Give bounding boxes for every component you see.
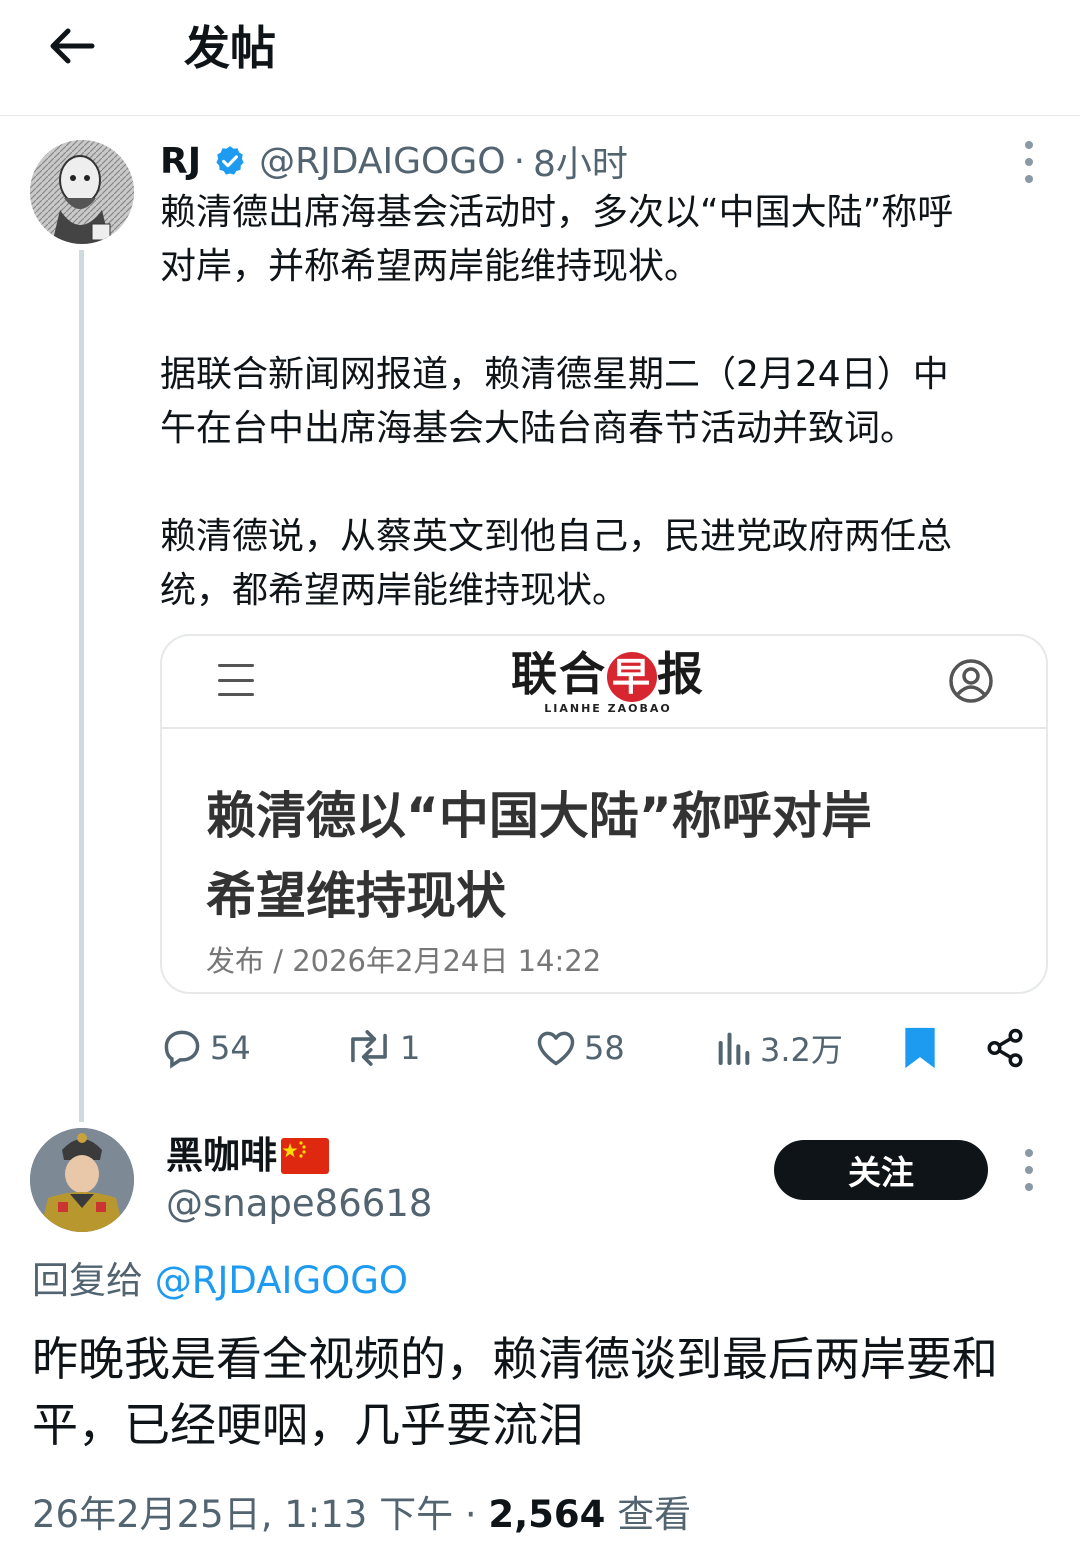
page-title: 发帖	[184, 21, 276, 75]
reply-meta: 26年2月25日, 1:13 下午 · 2,564 查看	[32, 1490, 691, 1540]
reply-button[interactable]: 54	[160, 1018, 251, 1078]
card-publish-date: 发布 / 2026年2月24日 14:22	[206, 944, 602, 978]
post-paragraph: 赖清德出席海基会活动时，多次以“中国大陆”称呼 对岸，并称希望两岸能维持现状。	[160, 192, 954, 287]
separator-dot: ·	[513, 140, 526, 182]
reply-timestamp: 26年2月25日, 1:13 下午 ·	[32, 1493, 477, 1536]
author-name[interactable]: RJ	[160, 141, 201, 182]
user-circle-icon	[949, 659, 993, 703]
like-count: 58	[584, 1029, 625, 1067]
reply-author-name-row: 黑咖啡	[166, 1132, 329, 1180]
more-vertical-icon	[1025, 1149, 1033, 1158]
reply-mention-link[interactable]: @RJDAIGOGO	[155, 1259, 408, 1302]
reply-to-label: 回复给	[32, 1259, 143, 1302]
like-button[interactable]: 58	[534, 1018, 625, 1078]
more-options-button[interactable]	[1014, 137, 1044, 187]
thread-connector-line	[79, 250, 84, 1122]
repost-count: 1	[400, 1029, 421, 1067]
post-time: 8小时	[533, 144, 628, 185]
back-button[interactable]	[40, 18, 104, 74]
reply-count: 54	[210, 1029, 251, 1067]
bookmark-icon	[905, 1027, 935, 1069]
card-headline: 赖清德以“中国大陆”称呼对岸 希望维持现状	[206, 787, 872, 925]
author-avatar[interactable]	[30, 140, 134, 244]
reply-views-count: 2,564	[488, 1493, 606, 1536]
views-count: 3.2万	[760, 1031, 843, 1069]
reply-author-handle[interactable]: @snape86618	[166, 1180, 432, 1228]
repost-button[interactable]: 1	[344, 1018, 420, 1078]
hamburger-menu-icon	[218, 664, 254, 696]
author-handle[interactable]: @RJDAIGOGO	[259, 141, 505, 182]
more-vertical-icon	[1025, 141, 1033, 150]
bar-chart-icon	[718, 1032, 750, 1065]
speech-bubble-icon	[164, 1030, 200, 1069]
post-actions-bar: 54 1 58 3.2万	[160, 1018, 1050, 1078]
reply-text: 昨晚我是看全视频的，赖清德谈到最后两岸要和 平，已经哽咽，几乎要流泪	[32, 1332, 998, 1452]
post-header: RJ @RJDAIGOGO · 8小时	[160, 136, 628, 186]
arrow-left-icon	[50, 28, 95, 64]
follow-button[interactable]: 关注	[774, 1140, 988, 1200]
post-text: 赖清德出席海基会活动时，多次以“中国大陆”称呼 对岸，并称希望两岸能维持现状。 …	[160, 186, 1050, 618]
link-preview-card[interactable]: 联合早报 LIANHE ZAOBAO 赖清德以“中国大陆”称呼对岸 希望维持现状…	[160, 634, 1048, 994]
views-button[interactable]: 3.2万	[714, 1018, 843, 1078]
post-paragraph: 据联合新闻网报道，赖清德星期二（2月24日）中 午在台中出席海基会大陆台商春节活…	[160, 354, 949, 449]
reply-author-avatar[interactable]	[30, 1128, 134, 1232]
top-bar: 发帖	[0, 0, 1080, 116]
reply-author-name[interactable]: 黑咖啡	[166, 1132, 277, 1180]
china-flag-icon	[281, 1138, 329, 1174]
card-site-header: 联合早报 LIANHE ZAOBAO	[162, 636, 1046, 729]
reply-views-label: 查看	[617, 1493, 692, 1536]
repost-icon	[351, 1030, 387, 1066]
share-icon	[987, 1028, 1023, 1068]
post-paragraph: 赖清德说，从蔡英文到他自己，民进党政府两任总 统，都希望两岸能维持现状。	[160, 516, 953, 611]
heart-icon	[537, 1031, 575, 1066]
reply-to-line: 回复给 @RJDAIGOGO	[32, 1256, 408, 1306]
share-button[interactable]	[984, 1018, 1026, 1078]
zaobao-logo: 联合早报 LIANHE ZAOBAO	[511, 647, 705, 715]
bookmark-button[interactable]	[898, 1018, 942, 1078]
verified-badge-icon	[213, 144, 247, 178]
reply-more-options-button[interactable]	[1014, 1145, 1044, 1195]
